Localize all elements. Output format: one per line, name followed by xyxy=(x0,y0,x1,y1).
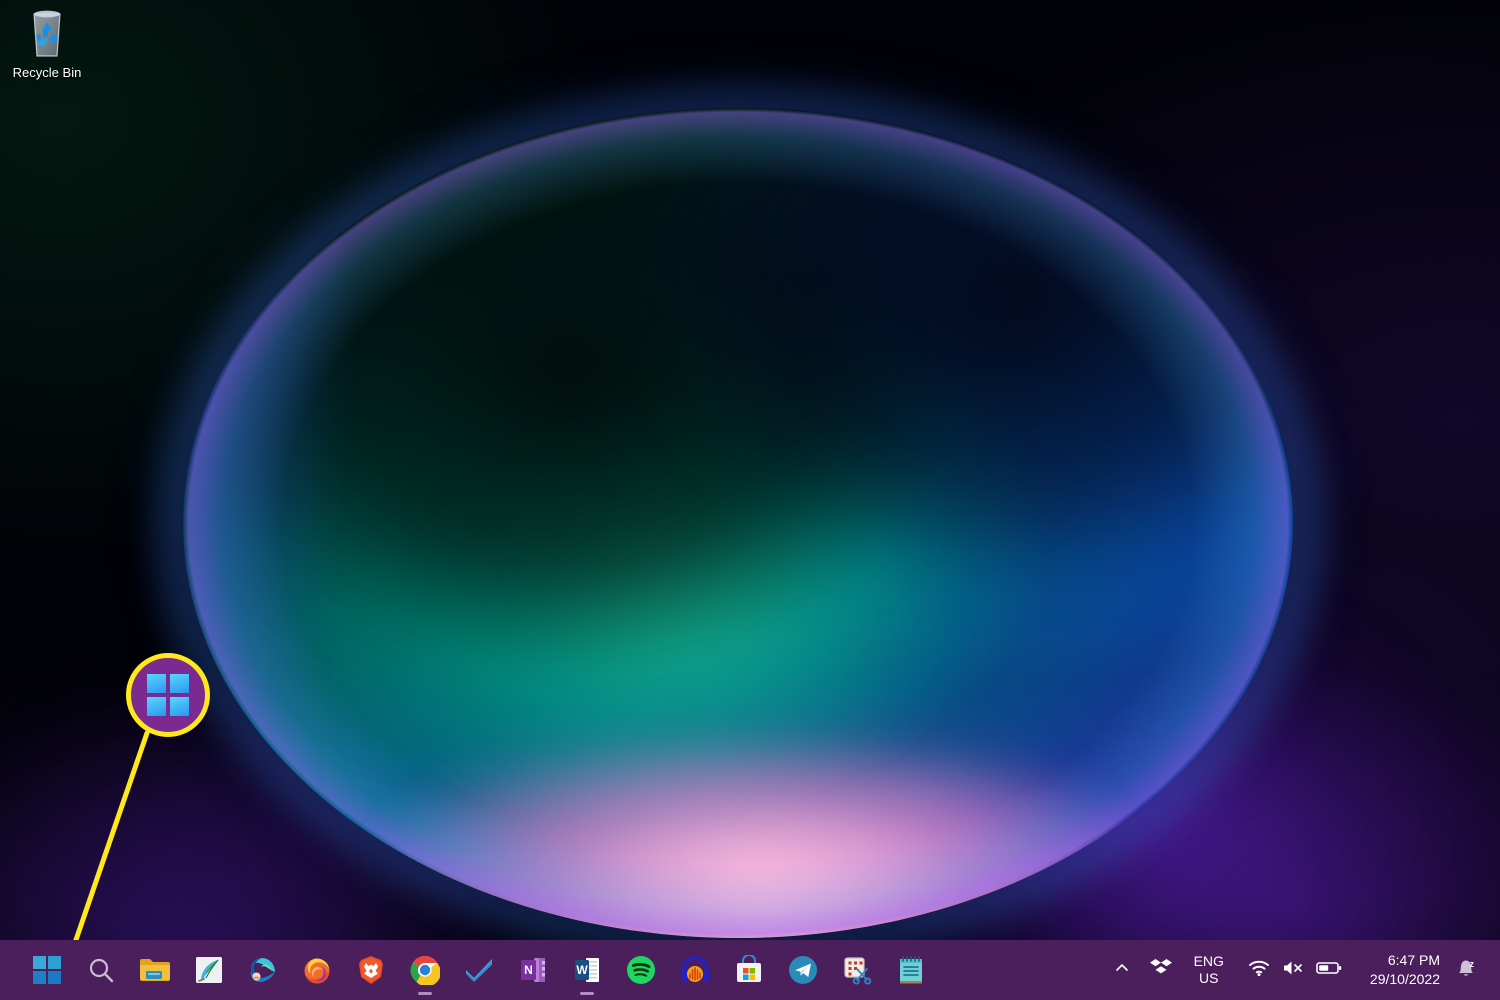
recycle-bin-icon xyxy=(4,6,90,62)
taskbar-item-audacity[interactable] xyxy=(668,940,722,1000)
dropbox-icon xyxy=(1149,958,1172,983)
store-bag-icon xyxy=(735,955,763,985)
brave-lion-icon xyxy=(357,955,385,985)
running-indicator xyxy=(418,992,432,995)
feather-icon xyxy=(194,955,224,985)
bell-do-not-disturb-icon: z xyxy=(1454,956,1478,985)
notepad-icon xyxy=(898,955,924,985)
wallpaper-vignette xyxy=(0,0,1500,1000)
chrome-icon xyxy=(410,955,440,985)
language-line-1: ENG xyxy=(1193,953,1224,969)
taskbar-app-list: N W xyxy=(0,940,938,1000)
telegram-icon xyxy=(788,955,818,985)
chevron-up-icon xyxy=(1114,960,1130,981)
desktop-icon-recycle-bin[interactable]: Recycle Bin xyxy=(4,6,90,80)
taskbar-item-telegram[interactable] xyxy=(776,940,830,1000)
svg-text:z: z xyxy=(1470,959,1475,969)
taskbar-item-microsoft-store[interactable] xyxy=(722,940,776,1000)
svg-text:N: N xyxy=(524,963,533,977)
edge-icon xyxy=(248,955,278,985)
taskbar-item-notepad[interactable] xyxy=(884,940,938,1000)
taskbar-item-file-explorer[interactable] xyxy=(128,940,182,1000)
onenote-icon: N xyxy=(518,955,548,985)
taskbar-item-spotify[interactable] xyxy=(614,940,668,1000)
clock-date: 29/10/2022 xyxy=(1369,971,1440,987)
taskbar-item-word[interactable]: W xyxy=(560,940,614,1000)
tray-dropbox-button[interactable] xyxy=(1140,940,1182,1000)
desktop-wallpaper xyxy=(0,0,1500,1000)
tray-overflow-button[interactable] xyxy=(1104,940,1140,1000)
clock-time: 6:47 PM xyxy=(1387,952,1440,968)
taskbar: N W ENG US 6:47 PM 29/10/2022 z xyxy=(0,940,1500,1000)
taskbar-item-search-button[interactable] xyxy=(74,940,128,1000)
desktop-icon-label: Recycle Bin xyxy=(12,65,82,80)
word-icon: W xyxy=(572,955,602,985)
taskbar-item-paint-net[interactable] xyxy=(182,940,236,1000)
taskbar-item-brave[interactable] xyxy=(344,940,398,1000)
taskbar-item-google-chrome[interactable] xyxy=(398,940,452,1000)
desktop-screen: Recycle Bin N W ENG US 6:47 PM 29/10/202… xyxy=(0,0,1500,1000)
running-indicator xyxy=(580,992,594,995)
checkmark-icon xyxy=(463,957,495,983)
callout-highlight-start-button xyxy=(126,653,210,737)
language-line-2: US xyxy=(1199,970,1219,986)
folder-icon xyxy=(139,956,171,984)
wifi-icon xyxy=(1248,959,1270,982)
windows-logo-icon xyxy=(33,956,61,984)
taskbar-item-firefox[interactable] xyxy=(290,940,344,1000)
battery-icon xyxy=(1316,960,1342,981)
search-icon xyxy=(87,956,115,984)
tray-language-indicator[interactable]: ENG US xyxy=(1182,953,1236,987)
taskbar-item-todo[interactable] xyxy=(452,940,506,1000)
tray-notification-button[interactable]: z xyxy=(1450,956,1488,985)
taskbar-item-start-button[interactable] xyxy=(20,940,74,1000)
taskbar-item-onenote[interactable]: N xyxy=(506,940,560,1000)
volume-muted-icon xyxy=(1282,959,1304,982)
windows-logo-icon xyxy=(147,674,189,716)
system-tray: ENG US 6:47 PM 29/10/2022 z xyxy=(1104,940,1500,1000)
tray-clock-button[interactable]: 6:47 PM 29/10/2022 xyxy=(1354,951,1450,989)
spotify-icon xyxy=(626,955,656,985)
headphones-icon xyxy=(679,955,711,985)
taskbar-item-snipping-tool[interactable] xyxy=(830,940,884,1000)
svg-text:W: W xyxy=(576,963,588,977)
firefox-icon xyxy=(302,955,332,985)
scissors-icon xyxy=(842,955,872,985)
tray-quick-settings-button[interactable] xyxy=(1236,959,1354,982)
taskbar-item-microsoft-edge[interactable] xyxy=(236,940,290,1000)
